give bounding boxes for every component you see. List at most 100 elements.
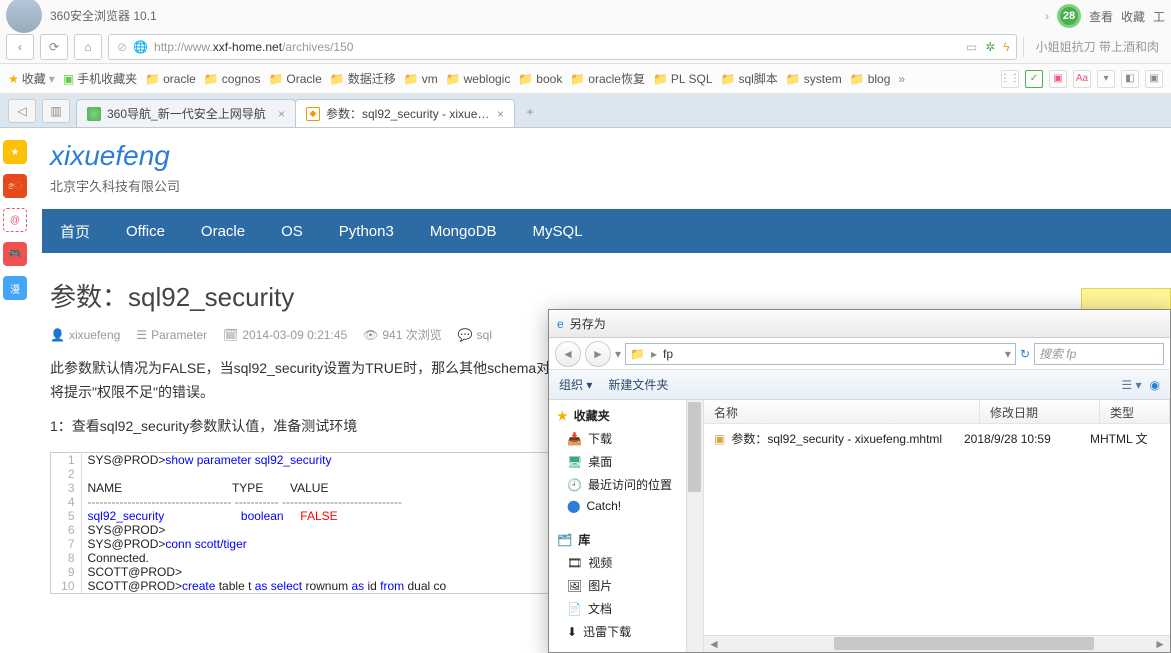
dialog-toolbar: 组织 ▾ 新建文件夹 ☰ ▾ ◉ xyxy=(549,370,1170,400)
tab-history-back[interactable]: ◁ xyxy=(8,99,36,123)
tree-catch[interactable]: ⬤Catch! xyxy=(549,496,703,516)
home-button[interactable]: ⌂ xyxy=(74,34,102,60)
col-name[interactable]: 名称 xyxy=(704,400,980,423)
bookmark-folder[interactable]: 📁oracle恢复 xyxy=(570,70,645,87)
refresh-icon: ⟳ xyxy=(49,40,59,54)
file-type: MHTML 文 xyxy=(1090,430,1160,447)
refresh-icon[interactable]: ↻ xyxy=(1020,347,1030,361)
bookmarks-more[interactable]: » xyxy=(898,72,905,86)
article-category[interactable]: Parameter xyxy=(151,328,207,342)
dialog-search-input[interactable]: 搜索 fp xyxy=(1034,343,1164,365)
tree-scrollbar[interactable] xyxy=(686,400,703,652)
tree-recent[interactable]: 🕘最近访问的位置 xyxy=(549,473,703,496)
tree-libraries[interactable]: 🗂库 xyxy=(549,528,703,551)
tree-pictures[interactable]: 🖼图片 xyxy=(549,574,703,597)
dialog-forward-button[interactable]: ► xyxy=(585,341,611,367)
folder-icon: 📁 xyxy=(145,72,160,86)
view-mode-button[interactable]: ☰ ▾ xyxy=(1121,378,1141,392)
shield-badge[interactable]: 28 xyxy=(1057,4,1081,28)
bookmark-folder[interactable]: 📁Oracle xyxy=(268,72,321,86)
organize-button[interactable]: 组织 ▾ xyxy=(559,376,592,393)
document-icon: 📄 xyxy=(567,602,582,616)
bookmark-item[interactable]: ▣手机收藏夹 xyxy=(63,70,137,87)
bookmark-folder[interactable]: 📁oracle xyxy=(145,72,196,86)
titlebar-link[interactable]: 收藏 xyxy=(1121,8,1145,25)
col-date[interactable]: 修改日期 xyxy=(980,400,1100,423)
breadcrumb[interactable]: 📁 ▸ fp ▾ xyxy=(625,343,1016,365)
flash-icon[interactable]: ϟ xyxy=(1003,40,1009,54)
new-tab-button[interactable]: + xyxy=(518,100,542,124)
article-author[interactable]: xixuefeng xyxy=(69,328,120,342)
tree-favorites[interactable]: ★收藏夹 xyxy=(549,404,703,427)
dock-at-icon[interactable]: @ xyxy=(3,208,27,232)
tree-videos[interactable]: 🎞视频 xyxy=(549,551,703,574)
file-date: 2018/9/28 10:59 xyxy=(964,432,1084,446)
dock-comic-icon[interactable]: 漫 xyxy=(3,276,27,300)
shield-icon[interactable]: ✓ xyxy=(1025,70,1043,88)
new-folder-button[interactable]: 新建文件夹 xyxy=(608,376,668,393)
nav-mongodb[interactable]: MongoDB xyxy=(430,223,497,240)
bookmark-folder[interactable]: 📁PL SQL xyxy=(653,72,713,86)
bookmark-folder[interactable]: 📁weblogic xyxy=(446,72,511,86)
titlebar-link[interactable]: 查看 xyxy=(1089,8,1113,25)
favorites-button[interactable]: ★收藏▾ xyxy=(8,70,55,87)
tree-downloads[interactable]: 📥下载 xyxy=(549,427,703,450)
close-icon[interactable]: × xyxy=(278,107,285,121)
dialog-back-button[interactable]: ◄ xyxy=(555,341,581,367)
dialog-file-list: 名称 修改日期 类型 ▣ 参数：sql92_security - xixuefe… xyxy=(704,400,1170,652)
tool-icon[interactable]: ▾ xyxy=(1097,70,1115,88)
chevron-right-icon: › xyxy=(1045,9,1049,23)
nav-python3[interactable]: Python3 xyxy=(339,223,394,240)
bookmark-folder[interactable]: 📁vm xyxy=(404,72,438,86)
lock-icon: ⊘ xyxy=(117,40,127,54)
nav-office[interactable]: Office xyxy=(126,223,165,240)
mhtml-icon: ▣ xyxy=(714,432,725,446)
bookmark-folder[interactable]: 📁book xyxy=(518,72,562,86)
tool-icon[interactable]: ▣ xyxy=(1145,70,1163,88)
catch-icon: ⬤ xyxy=(567,499,580,513)
bookmark-folder[interactable]: 📁cognos xyxy=(204,72,261,86)
help-icon[interactable]: ◉ xyxy=(1150,378,1160,392)
extension-icon[interactable]: ⋮⋮ xyxy=(1001,70,1019,88)
dock-game-icon[interactable]: 🎮 xyxy=(3,242,27,266)
desktop-icon: 🖥 xyxy=(567,455,582,469)
col-type[interactable]: 类型 xyxy=(1100,400,1170,423)
dock-star-icon[interactable]: ★ xyxy=(3,140,27,164)
dialog-titlebar[interactable]: e 另存为 xyxy=(549,310,1170,338)
nav-os[interactable]: OS xyxy=(281,223,303,240)
file-list-scrollbar[interactable]: ◄ ► xyxy=(704,635,1170,652)
article-comments[interactable]: sql xyxy=(477,328,492,342)
dialog-tree: ★收藏夹 📥下载 🖥桌面 🕘最近访问的位置 ⬤Catch! 🗂库 🎞视频 🖼图片… xyxy=(549,400,704,652)
tree-thunder[interactable]: ⬇迅雷下载 xyxy=(549,620,703,643)
tool-icon[interactable]: ▣ xyxy=(1049,70,1067,88)
tool-icon[interactable]: ◧ xyxy=(1121,70,1139,88)
site-brand[interactable]: xixuefeng xyxy=(42,130,1171,172)
reader-icon[interactable]: ▭ xyxy=(966,40,977,54)
avatar[interactable] xyxy=(6,0,42,33)
tab-article[interactable]: ◆ 参数：sql92_security - xixuefen × xyxy=(295,99,515,127)
tab-list-button[interactable]: ▥ xyxy=(42,99,70,123)
tab-360nav[interactable]: 360导航_新一代安全上网导航 × xyxy=(76,99,296,127)
bookmark-folder[interactable]: 📁blog xyxy=(850,72,891,86)
file-list-header[interactable]: 名称 修改日期 类型 xyxy=(704,400,1170,424)
sync-icon[interactable]: ✲ xyxy=(985,40,995,54)
nav-oracle[interactable]: Oracle xyxy=(201,223,245,240)
refresh-button[interactable]: ⟳ xyxy=(40,34,68,60)
tree-documents[interactable]: 📄文档 xyxy=(549,597,703,620)
close-icon[interactable]: × xyxy=(497,107,504,121)
file-row[interactable]: ▣ 参数：sql92_security - xixuefeng.mhtml 20… xyxy=(704,424,1170,453)
tab-label: 参数：sql92_security - xixuefen xyxy=(326,105,491,122)
address-bar[interactable]: ⊘ 🌐 http://www.xxf-home.net/archives/150… xyxy=(108,34,1017,60)
dock-weibo-icon[interactable]: ෙ xyxy=(3,174,27,198)
bookmark-folder[interactable]: 📁数据迁移 xyxy=(330,70,396,87)
back-button[interactable]: ‹ xyxy=(6,34,34,60)
tag-icon: ☰ xyxy=(136,328,147,342)
nav-mysql[interactable]: MySQL xyxy=(533,223,583,240)
bookmark-folder[interactable]: 📁system xyxy=(786,72,842,86)
tree-desktop[interactable]: 🖥桌面 xyxy=(549,450,703,473)
titlebar-link[interactable]: 工 xyxy=(1153,8,1165,25)
nav-home[interactable]: 首页 xyxy=(60,221,90,242)
bookmark-folder[interactable]: 📁sql脚本 xyxy=(721,70,778,87)
translate-icon[interactable]: Aa xyxy=(1073,70,1091,88)
chevron-down-icon[interactable]: ▾ xyxy=(615,347,621,361)
